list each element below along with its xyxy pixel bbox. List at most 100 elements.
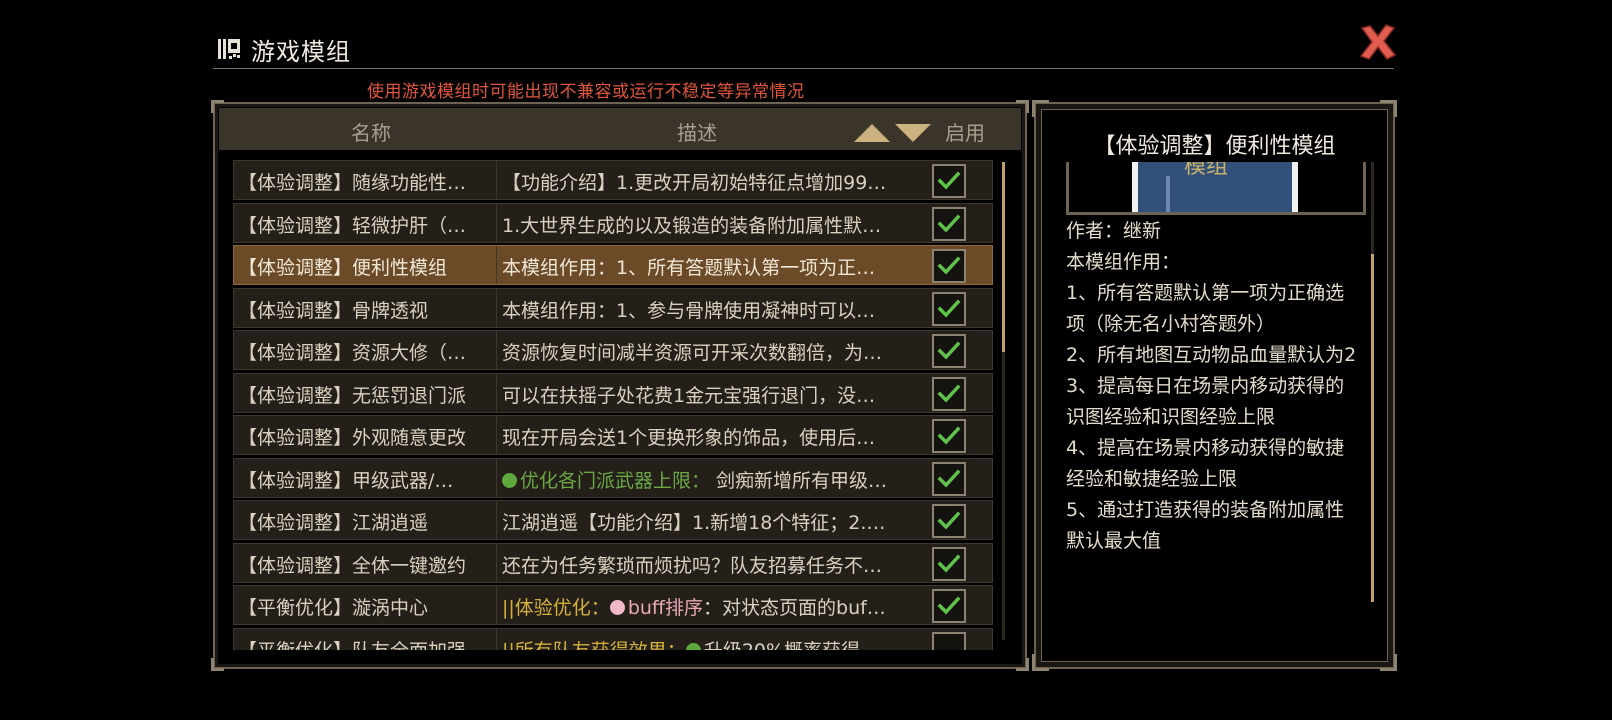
check-icon xyxy=(937,299,961,318)
mod-name: 【体验调整】资源大修（… xyxy=(238,342,467,364)
detail-scrollbar[interactable] xyxy=(1371,162,1374,602)
preview-book-spine xyxy=(1166,176,1170,212)
description-segment: buff排序 xyxy=(627,597,704,619)
cell-divider xyxy=(496,373,497,412)
column-description-header: 描述 xyxy=(677,121,717,145)
move-up-arrow-icon[interactable] xyxy=(854,124,890,142)
panel-corner xyxy=(1032,100,1049,117)
check-icon xyxy=(937,341,961,360)
mod-row[interactable]: 【体验调整】无惩罚退门派 可以在扶摇子处花费1金元宝强行退门，没… xyxy=(233,372,993,413)
mod-row[interactable]: 【平衡优化】漩涡中心 ||体验优化： buff排序：对状态页面的buf… xyxy=(233,585,993,625)
description-segment: 【功能介绍】1.更改开局初始特征点增加99… xyxy=(502,172,887,194)
enable-checkbox[interactable] xyxy=(932,376,966,411)
mod-icon xyxy=(218,39,240,59)
description-segment: 江湖逍遥【功能介绍】1.新增18个特征；2.… xyxy=(502,512,886,534)
check-icon xyxy=(937,554,961,573)
detail-description: 作者：继新 本模组作用： 1、所有答题默认第一项为正确选项（除无名小村答题外） 2、所… xyxy=(1066,216,1358,557)
list-scrollbar[interactable] xyxy=(1002,162,1005,640)
cell-divider xyxy=(496,161,497,199)
mod-description: 1.大世界生成的以及锻造的装备附加属性默… xyxy=(502,211,918,238)
check-icon xyxy=(937,596,961,615)
panel-corner xyxy=(1380,100,1397,117)
mod-row[interactable]: 【体验调整】甲级武器/… 优化各门派武器上限： 剑痴新增所有甲级… xyxy=(233,457,993,498)
detail-title: 【体验调整】便利性模组 xyxy=(1093,134,1336,159)
enable-checkbox[interactable] xyxy=(932,249,966,283)
enable-checkbox[interactable] xyxy=(932,461,966,496)
cell-divider xyxy=(496,331,497,369)
column-header: 名称 描述 启用 xyxy=(219,108,1021,150)
enable-checkbox[interactable] xyxy=(932,546,966,581)
mod-row[interactable]: 【体验调整】外观随意更改 现在开局会送1个更换形象的饰品，使用后… xyxy=(233,415,993,455)
mod-description: 现在开局会送1个更换形象的饰品，使用后… xyxy=(502,423,918,450)
mod-description: ||所有队友获得效果： 升级20%概率获得… xyxy=(502,636,918,651)
cell-divider xyxy=(496,203,497,242)
description-segment: ||所有队友获得效果： xyxy=(502,640,686,651)
pink-dot-icon xyxy=(609,600,625,615)
panel-corner xyxy=(1016,658,1029,671)
check-icon xyxy=(937,171,961,190)
check-icon xyxy=(937,384,961,403)
mod-row[interactable]: 【体验调整】便利性模组 本模组作用：1、所有答题默认第一项为正… xyxy=(233,245,993,285)
detail-scrollbar-thumb[interactable] xyxy=(1371,254,1374,602)
column-name-header: 名称 xyxy=(351,121,391,145)
detail-line: 作者：继新 xyxy=(1066,220,1162,242)
mod-name: 【平衡优化】漩涡中心 xyxy=(238,597,429,619)
mod-description: ||体验优化： buff排序：对状态页面的buf… xyxy=(502,593,918,620)
mod-list[interactable]: 【体验调整】随缘功能性… 【功能介绍】1.更改开局初始特征点增加99… 【体验调整】… xyxy=(233,160,993,650)
description-segment: 本模组作用：1、所有答题默认第一项为正… xyxy=(502,257,876,279)
cell-divider xyxy=(496,543,497,582)
enable-checkbox[interactable] xyxy=(932,419,966,453)
enable-checkbox[interactable] xyxy=(932,631,966,650)
description-segment: 本模组作用：1、参与骨牌使用凝神时可以… xyxy=(502,299,876,322)
mod-description: 可以在扶摇子处花费1金元宝强行退门，没… xyxy=(502,381,918,408)
green-dot-icon xyxy=(502,472,517,488)
header-divider xyxy=(213,68,1394,69)
description-segment: 还在为任务繁琐而烦扰吗？队友招募任务不… xyxy=(502,554,883,577)
mod-row[interactable]: 【体验调整】随缘功能性… 【功能介绍】1.更改开局初始特征点增加99… xyxy=(233,160,993,200)
mod-description: 【功能介绍】1.更改开局初始特征点增加99… xyxy=(502,168,918,195)
cell-divider xyxy=(496,628,497,650)
green-dot-icon xyxy=(685,642,701,650)
panel-corner xyxy=(1380,654,1397,671)
detail-line: 1、所有答题默认第一项为正确选项（除无名小村答题外） xyxy=(1066,282,1345,335)
description-segment: 可以在扶摇子处花费1金元宝强行退门，没… xyxy=(502,384,876,407)
check-icon xyxy=(937,426,961,445)
enable-checkbox[interactable] xyxy=(932,164,966,198)
mod-detail-panel: 【体验调整】便利性模组 模组 作者：继新 本模组作用： 1、所有答题默认第一项为正确… xyxy=(1032,100,1397,671)
description-segment: 升级20%概率获得… xyxy=(704,640,879,651)
check-icon xyxy=(937,214,961,233)
mod-description: 本模组作用：1、参与骨牌使用凝神时可以… xyxy=(502,296,918,323)
mod-row[interactable]: 【体验调整】全体一键邀约 还在为任务繁琐而烦扰吗？队友招募任务不… xyxy=(233,542,993,583)
mod-row[interactable]: 【体验调整】江湖逍遥 江湖逍遥【功能介绍】1.新增18个特征；2.… xyxy=(233,500,993,540)
mod-row[interactable]: 【体验调整】资源大修（… 资源恢复时间减半资源可开采次数翻倍，为… xyxy=(233,330,993,370)
cell-divider xyxy=(496,288,497,327)
enable-checkbox[interactable] xyxy=(932,504,966,538)
mod-description: 还在为任务繁琐而烦扰吗？队友招募任务不… xyxy=(502,551,918,578)
cell-divider xyxy=(496,246,497,284)
cell-divider xyxy=(496,586,497,624)
mod-description: 资源恢复时间减半资源可开采次数翻倍，为… xyxy=(502,338,918,365)
description-segment: 现在开局会送1个更换形象的饰品，使用后… xyxy=(502,427,876,449)
mod-row[interactable]: 【平衡优化】队友全面加强 ||所有队友获得效果： 升级20%概率获得… xyxy=(233,627,993,651)
check-icon xyxy=(937,256,961,275)
detail-line: 本模组作用： xyxy=(1066,251,1181,273)
mod-row[interactable]: 【体验调整】骨牌透视 本模组作用：1、参与骨牌使用凝神时可以… xyxy=(233,287,993,328)
description-segment: ：对状态页面的buf… xyxy=(703,597,886,619)
preview-frame xyxy=(1066,162,1069,212)
enable-checkbox[interactable] xyxy=(932,206,966,241)
check-icon xyxy=(937,469,961,488)
enable-checkbox[interactable] xyxy=(932,589,966,623)
list-scrollbar-thumb[interactable] xyxy=(1002,162,1005,352)
mod-name: 【体验调整】轻微护肝（… xyxy=(238,214,467,237)
mod-description: 优化各门派武器上限： 剑痴新增所有甲级… xyxy=(502,466,918,493)
move-down-arrow-icon[interactable] xyxy=(895,124,931,142)
mod-name: 【平衡优化】队友全面加强 xyxy=(238,636,490,651)
mod-name: 【体验调整】江湖逍遥 xyxy=(238,512,429,534)
mod-row[interactable]: 【体验调整】轻微护肝（… 1.大世界生成的以及锻造的装备附加属性默… xyxy=(233,202,993,243)
enable-checkbox[interactable] xyxy=(932,334,966,368)
detail-line: 3、提高每日在场景内移动获得的识图经验和识图经验上限 xyxy=(1066,375,1345,428)
enable-checkbox[interactable] xyxy=(932,291,966,326)
mod-name: 【体验调整】全体一键邀约 xyxy=(238,554,467,577)
description-segment: ||体验优化： xyxy=(502,597,610,619)
close-x-icon[interactable] xyxy=(1356,20,1400,64)
